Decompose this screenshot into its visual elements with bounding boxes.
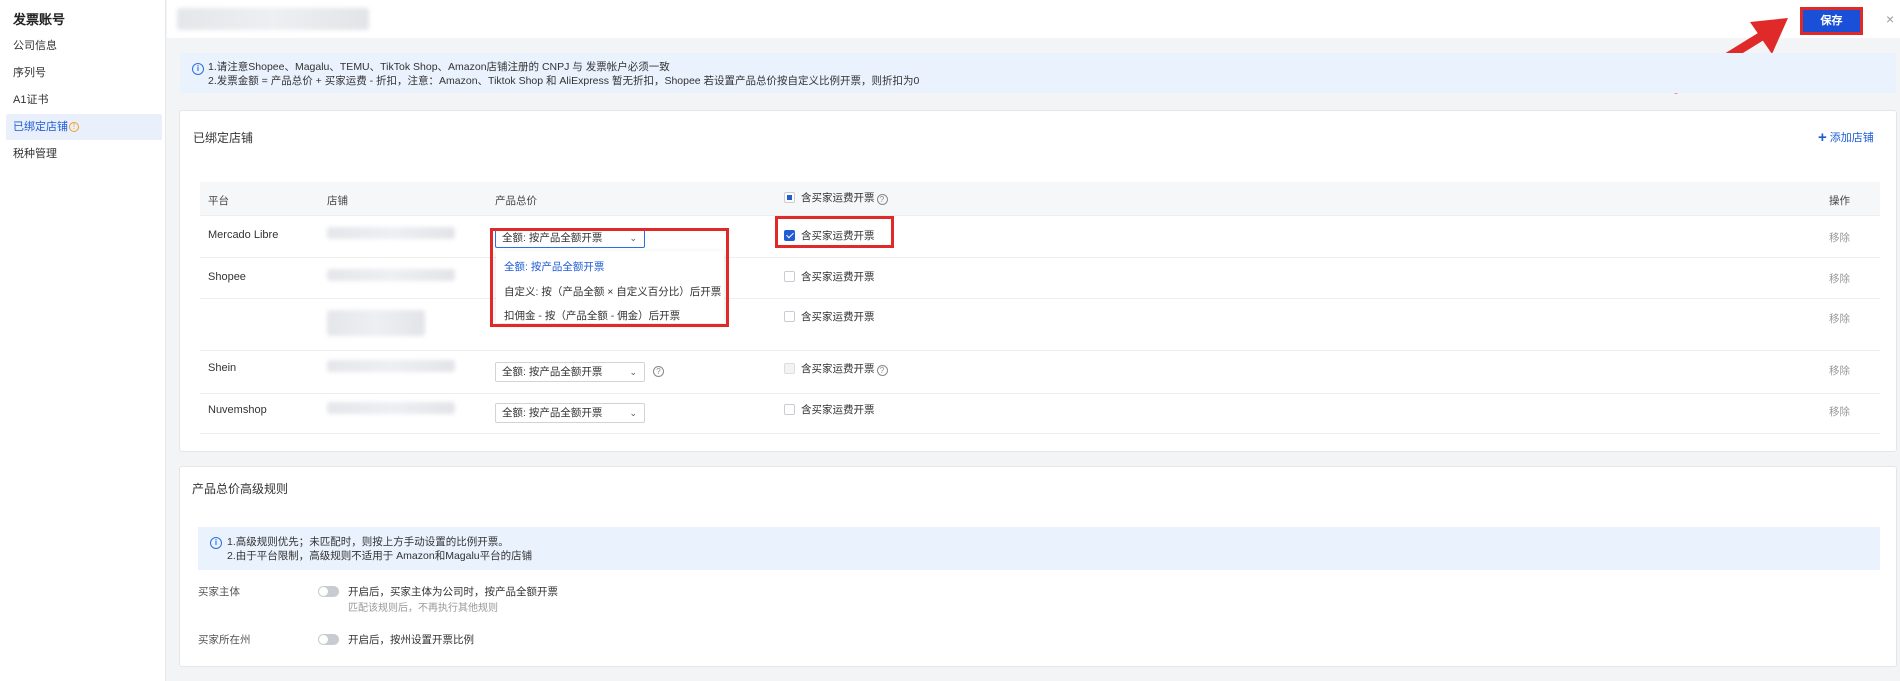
checkbox-partial[interactable] [784,192,795,203]
checkbox[interactable] [784,271,795,282]
rule-text-buyer-state: 开启后，按州设置开票比例 [348,634,474,646]
row-platform: Mercado Libre [208,229,279,241]
notice-line-1: 1.请注意Shopee、Magalu、TEMU、TikTok Shop、Amaz… [208,61,670,73]
product-total-select[interactable]: 全额: 按产品全额开票 ⌄ [495,362,645,382]
shipping-checkbox: 含买家运费开票? [784,362,888,376]
bound-stores-title: 已绑定店铺 [193,131,254,145]
cnpj-notice: i 1.请注意Shopee、Magalu、TEMU、TikTok Shop、Am… [180,53,1896,93]
shipping-label: 含买家运费开票 [801,404,875,416]
rule-text-buyer-entity: 开启后，买家主体为公司时，按产品全额开票 [348,586,558,598]
notice-line-2: 2.由于平台限制，高级规则不适用于 Amazon和Magalu平台的店铺 [227,550,533,562]
stores-table-header [200,182,1880,216]
product-total-select[interactable]: 全额: 按产品全额开票 ⌄ [495,403,645,423]
row-platform: Nuvemshop [208,404,267,416]
shipping-label: 含买家运费开票 [801,271,875,283]
sidebar: 发票账号 公司信息 序列号 A1证书 已绑定店铺! 税种管理 [0,0,166,681]
row-platform: Shein [208,362,237,374]
close-icon[interactable]: × [1886,11,1894,27]
row-divider [200,350,1880,351]
info-icon: i [192,63,204,75]
row-divider [200,433,1880,434]
notice-line-1: 1.高级规则优先；未匹配时，则按上方手动设置的比例开票。 [227,536,509,548]
top-bar [167,0,1900,38]
advanced-rules-notice: i 1.高级规则优先；未匹配时，则按上方手动设置的比例开票。 2.由于平台限制，… [198,527,1880,570]
select-value: 全额: 按产品全额开票 [502,407,603,419]
checkbox[interactable] [784,404,795,415]
shipping-checkbox[interactable]: 含买家运费开票 [784,270,875,284]
remove-link[interactable]: 移除 [1829,271,1850,286]
checkbox[interactable] [784,311,795,322]
shipping-label: 含买家运费开票 [801,311,875,323]
row-divider [200,257,1880,258]
store-name-redacted [327,402,455,414]
add-store-button[interactable]: + 添加店铺 [1818,129,1874,146]
warning-icon: ! [69,122,79,133]
account-name-redacted [177,8,369,30]
question-icon[interactable]: ? [876,365,888,376]
row-divider [200,393,1880,394]
question-icon[interactable]: ? [876,194,888,205]
info-icon: i [210,537,222,549]
advanced-rules-title: 产品总价高级规则 [192,482,289,496]
column-header-platform: 平台 [208,195,229,207]
buyer-entity-toggle[interactable] [318,586,339,597]
sidebar-item-bound-stores[interactable]: 已绑定店铺! [6,114,162,140]
notice-line-2: 2.发票金额 = 产品总价 + 买家运费 - 折扣，注意：Amazon、Tikt… [208,75,920,87]
sidebar-item-tax-management[interactable]: 税种管理 [0,141,156,167]
store-name-redacted [327,227,455,239]
rule-label-buyer-entity: 买家主体 [198,586,240,598]
select-value: 全额: 按产品全额开票 [502,366,603,378]
add-store-label: 添加店铺 [1829,132,1874,144]
remove-link[interactable]: 移除 [1829,404,1850,419]
plus-icon: + [1818,129,1827,146]
save-button[interactable]: 保存 [1800,7,1863,35]
store-name-redacted [327,310,425,336]
sidebar-item-company-info[interactable]: 公司信息 [0,33,156,59]
question-icon[interactable]: ? [653,366,664,377]
sidebar-item-serial-number[interactable]: 序列号 [0,60,156,86]
shipping-checkbox[interactable]: 含买家运费开票 [784,403,875,417]
highlight-box [490,228,729,327]
remove-link[interactable]: 移除 [1829,311,1850,326]
bound-stores-card [179,110,1897,452]
header-shipping-checkbox[interactable]: 含买家运费开票? [784,191,888,205]
highlight-box [775,216,894,248]
column-header-product-total: 产品总价 [495,195,537,207]
chevron-down-icon: ⌄ [629,408,637,418]
rule-label-buyer-state: 买家所在州 [198,634,251,646]
store-name-redacted [327,360,455,372]
remove-link[interactable]: 移除 [1829,230,1850,245]
sidebar-item-a1-certificate[interactable]: A1证书 [0,87,156,113]
column-header-actions: 操作 [1829,195,1850,207]
column-header-store: 店铺 [327,195,348,207]
sidebar-title: 发票账号 [13,12,66,27]
shipping-checkbox[interactable]: 含买家运费开票 [784,310,875,324]
remove-link[interactable]: 移除 [1829,363,1850,378]
shipping-label: 含买家运费开票 [801,363,875,375]
store-name-redacted [327,269,455,281]
row-platform: Shopee [208,271,246,283]
row-divider [200,298,1880,299]
checkbox-disabled [784,363,795,374]
buyer-state-toggle[interactable] [318,634,339,645]
header-shipping-label: 含买家运费开票 [801,192,875,204]
chevron-down-icon: ⌄ [629,367,637,377]
rule-subtext-buyer-entity: 匹配该规则后，不再执行其他规则 [348,603,498,614]
sidebar-item-label: 已绑定店铺 [13,121,68,133]
